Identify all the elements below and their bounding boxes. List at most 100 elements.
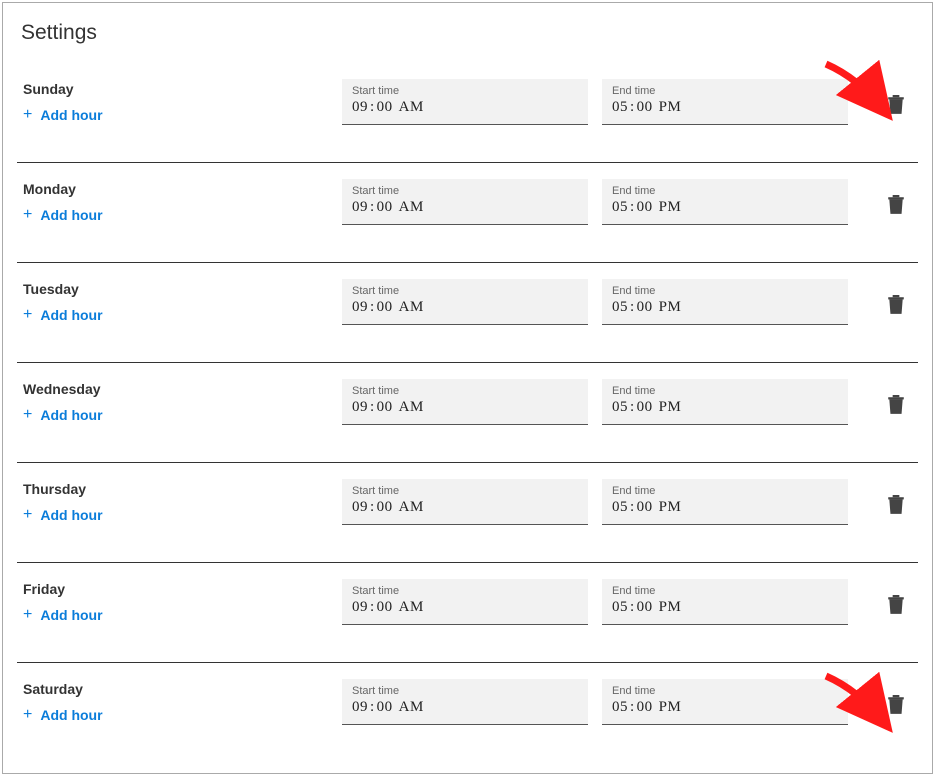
day-row: Saturday + Add hour Start time 09:00AM E… [17, 663, 918, 763]
end-time-label: End time [612, 485, 838, 497]
add-hour-button[interactable]: + Add hour [23, 407, 342, 423]
end-time-value: 05:00PM [612, 399, 838, 416]
start-time-label: Start time [352, 85, 578, 97]
day-row: Monday + Add hour Start time 09:00AM End… [17, 163, 918, 263]
day-name-label: Wednesday [23, 381, 342, 397]
day-row: Friday + Add hour Start time 09:00AM End… [17, 563, 918, 663]
end-time-label: End time [612, 385, 838, 397]
add-hour-button[interactable]: + Add hour [23, 307, 342, 323]
delete-cell [862, 485, 910, 520]
start-time-value: 09:00AM [352, 399, 578, 416]
start-time-value: 09:00AM [352, 499, 578, 516]
end-time-field[interactable]: End time 05:00PM [602, 79, 848, 125]
plus-icon: + [23, 507, 32, 523]
end-time-field[interactable]: End time 05:00PM [602, 279, 848, 325]
delete-cell [862, 185, 910, 220]
delete-cell [862, 685, 910, 720]
start-time-value: 09:00AM [352, 699, 578, 716]
end-time-field[interactable]: End time 05:00PM [602, 379, 848, 425]
start-time-field[interactable]: Start time 09:00AM [342, 79, 588, 125]
delete-cell [862, 585, 910, 620]
trash-icon[interactable] [888, 595, 904, 620]
add-hour-label: Add hour [40, 407, 102, 423]
start-time-field[interactable]: Start time 09:00AM [342, 379, 588, 425]
time-slot: Start time 09:00AM End time 05:00PM [342, 277, 918, 325]
add-hour-label: Add hour [40, 507, 102, 523]
days-list: Sunday + Add hour Start time 09:00AM End… [17, 63, 918, 763]
end-time-value: 05:00PM [612, 99, 838, 116]
settings-panel: Settings Sunday + Add hour Start time 09… [2, 2, 933, 774]
add-hour-button[interactable]: + Add hour [23, 207, 342, 223]
end-time-field[interactable]: End time 05:00PM [602, 479, 848, 525]
start-time-value: 09:00AM [352, 199, 578, 216]
start-time-field[interactable]: Start time 09:00AM [342, 479, 588, 525]
end-time-label: End time [612, 285, 838, 297]
add-hour-button[interactable]: + Add hour [23, 507, 342, 523]
add-hour-button[interactable]: + Add hour [23, 707, 342, 723]
add-hour-label: Add hour [40, 707, 102, 723]
page-title: Settings [21, 21, 918, 45]
day-name-label: Saturday [23, 681, 342, 697]
day-header: Sunday + Add hour [17, 77, 342, 123]
trash-icon[interactable] [888, 295, 904, 320]
end-time-field[interactable]: End time 05:00PM [602, 679, 848, 725]
day-name-label: Friday [23, 581, 342, 597]
start-time-label: Start time [352, 185, 578, 197]
day-row: Wednesday + Add hour Start time 09:00AM … [17, 363, 918, 463]
start-time-label: Start time [352, 285, 578, 297]
add-hour-label: Add hour [40, 107, 102, 123]
plus-icon: + [23, 607, 32, 623]
start-time-field[interactable]: Start time 09:00AM [342, 179, 588, 225]
add-hour-label: Add hour [40, 307, 102, 323]
start-time-label: Start time [352, 585, 578, 597]
end-time-label: End time [612, 185, 838, 197]
start-time-field[interactable]: Start time 09:00AM [342, 679, 588, 725]
add-hour-button[interactable]: + Add hour [23, 607, 342, 623]
start-time-value: 09:00AM [352, 299, 578, 316]
day-header: Thursday + Add hour [17, 477, 342, 523]
end-time-value: 05:00PM [612, 699, 838, 716]
trash-icon[interactable] [888, 495, 904, 520]
end-time-field[interactable]: End time 05:00PM [602, 179, 848, 225]
time-slot: Start time 09:00AM End time 05:00PM [342, 677, 918, 725]
day-header: Tuesday + Add hour [17, 277, 342, 323]
plus-icon: + [23, 107, 32, 123]
end-time-value: 05:00PM [612, 499, 838, 516]
plus-icon: + [23, 307, 32, 323]
start-time-label: Start time [352, 485, 578, 497]
time-slot: Start time 09:00AM End time 05:00PM [342, 477, 918, 525]
end-time-label: End time [612, 685, 838, 697]
end-time-label: End time [612, 85, 838, 97]
time-slot: Start time 09:00AM End time 05:00PM [342, 577, 918, 625]
delete-cell [862, 385, 910, 420]
add-hour-button[interactable]: + Add hour [23, 107, 342, 123]
day-row: Sunday + Add hour Start time 09:00AM End… [17, 63, 918, 163]
start-time-value: 09:00AM [352, 99, 578, 116]
trash-icon[interactable] [888, 395, 904, 420]
delete-cell [862, 285, 910, 320]
start-time-field[interactable]: Start time 09:00AM [342, 279, 588, 325]
end-time-value: 05:00PM [612, 299, 838, 316]
day-row: Thursday + Add hour Start time 09:00AM E… [17, 463, 918, 563]
day-name-label: Tuesday [23, 281, 342, 297]
end-time-value: 05:00PM [612, 599, 838, 616]
day-row: Tuesday + Add hour Start time 09:00AM En… [17, 263, 918, 363]
trash-icon[interactable] [888, 195, 904, 220]
time-slot: Start time 09:00AM End time 05:00PM [342, 77, 918, 125]
start-time-value: 09:00AM [352, 599, 578, 616]
add-hour-label: Add hour [40, 207, 102, 223]
start-time-field[interactable]: Start time 09:00AM [342, 579, 588, 625]
end-time-field[interactable]: End time 05:00PM [602, 579, 848, 625]
day-name-label: Monday [23, 181, 342, 197]
trash-icon[interactable] [888, 95, 904, 120]
day-header: Friday + Add hour [17, 577, 342, 623]
day-header: Saturday + Add hour [17, 677, 342, 723]
plus-icon: + [23, 207, 32, 223]
time-slot: Start time 09:00AM End time 05:00PM [342, 377, 918, 425]
end-time-label: End time [612, 585, 838, 597]
time-slot: Start time 09:00AM End time 05:00PM [342, 177, 918, 225]
day-name-label: Sunday [23, 81, 342, 97]
delete-cell [862, 85, 910, 120]
day-header: Monday + Add hour [17, 177, 342, 223]
trash-icon[interactable] [888, 695, 904, 720]
